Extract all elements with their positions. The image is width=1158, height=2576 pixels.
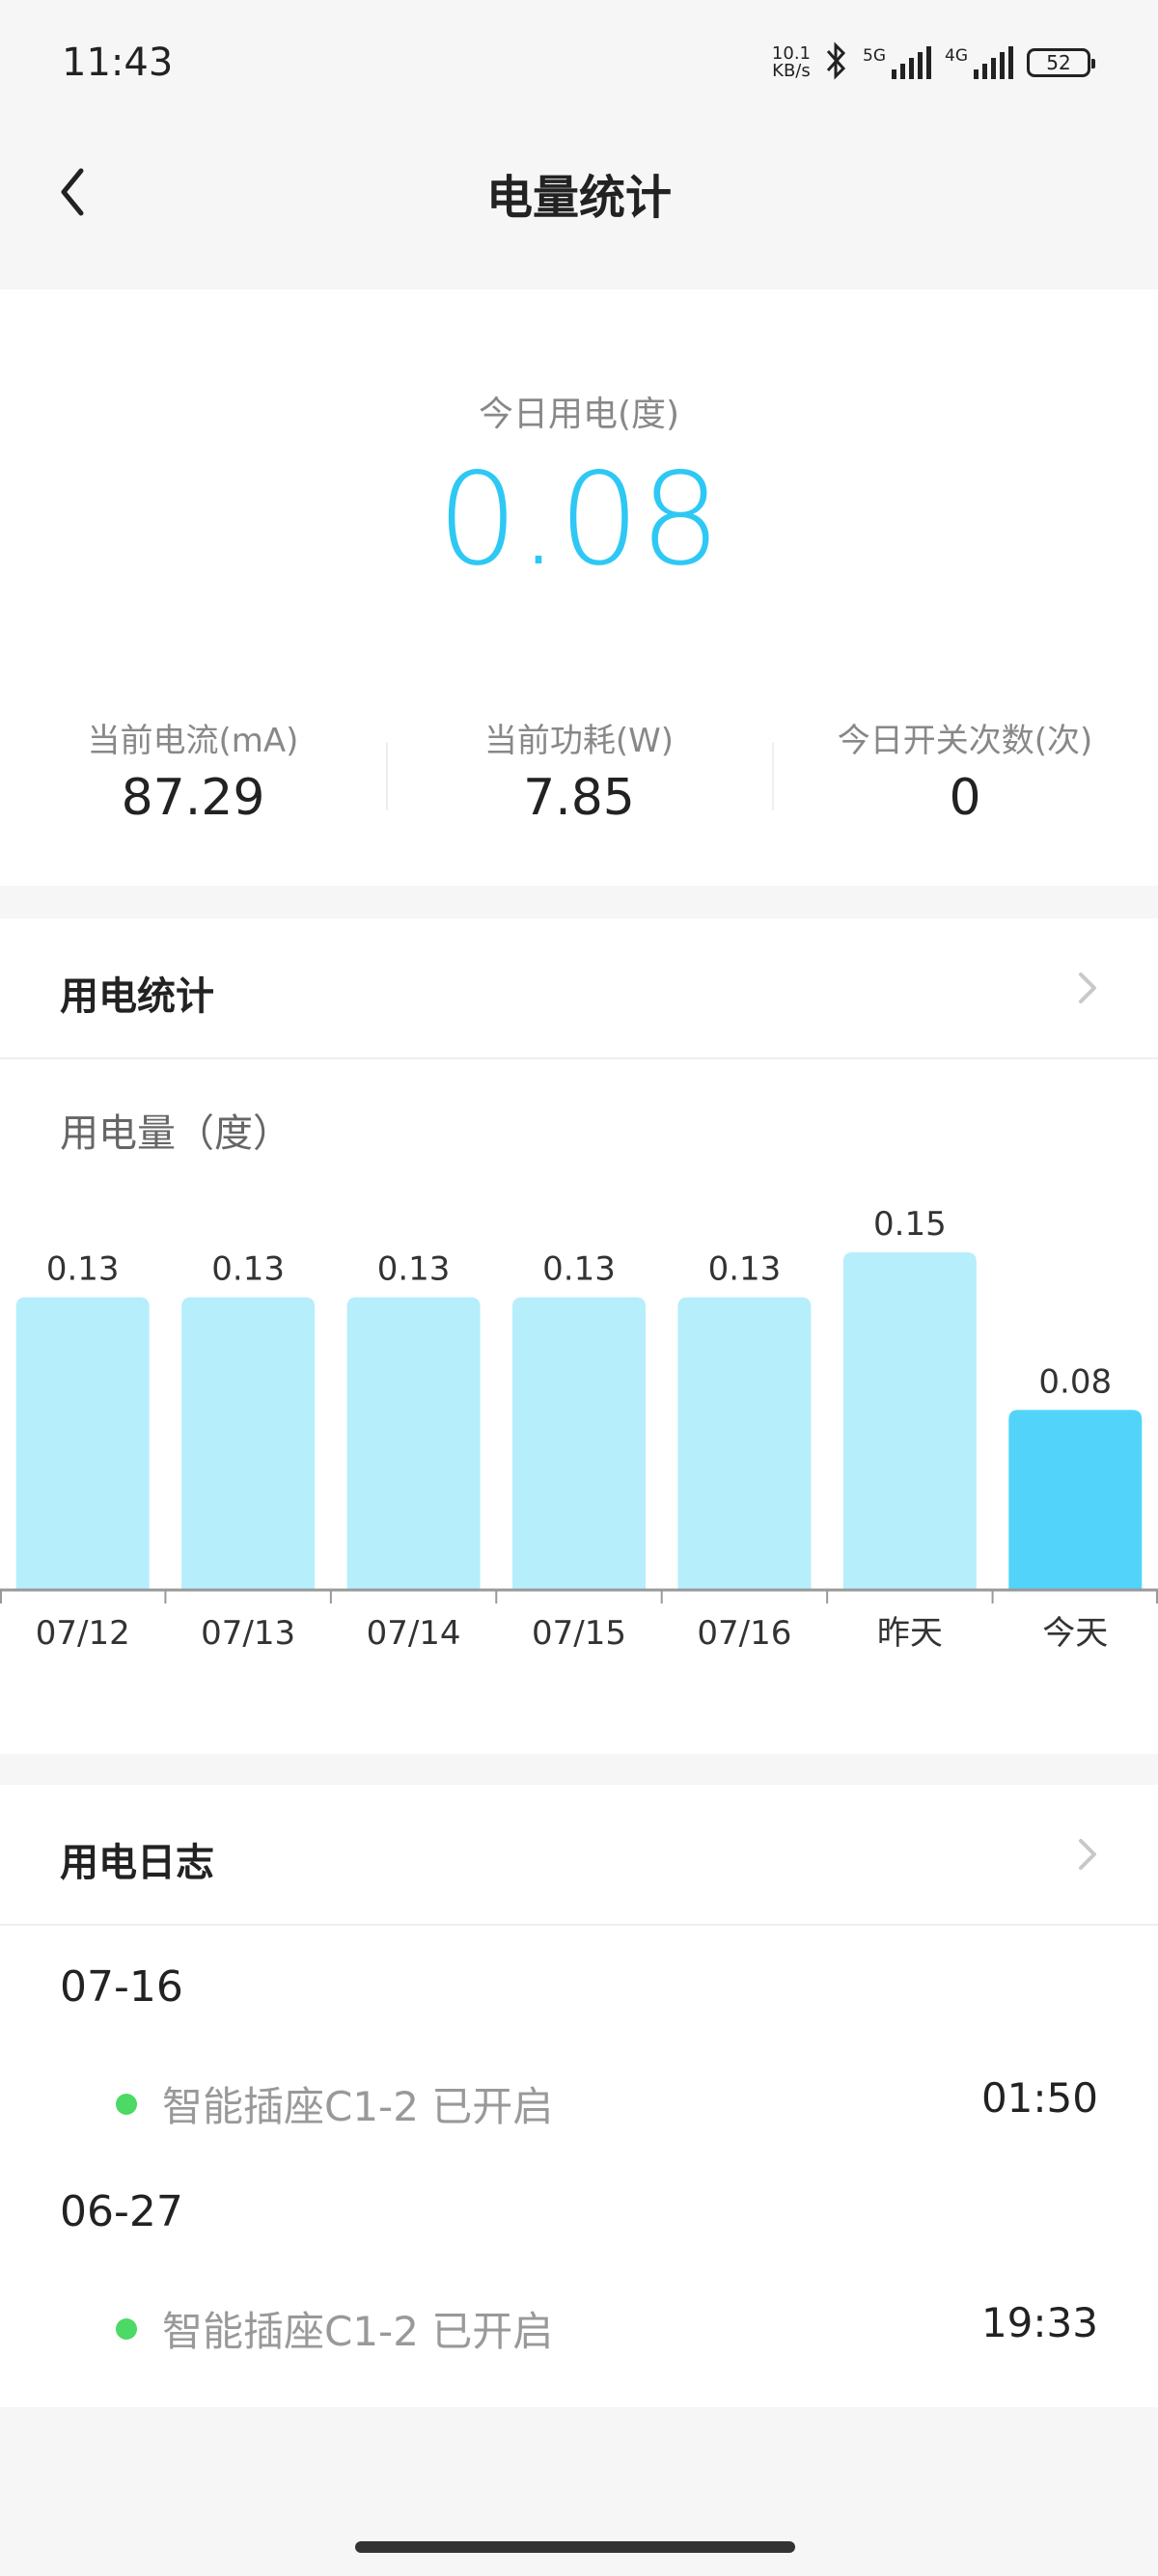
energy-log-title: 用电日志 bbox=[60, 1841, 214, 1885]
app-header: 电量统计 bbox=[0, 130, 1158, 289]
sim1-label: 5G bbox=[863, 46, 886, 66]
bar bbox=[677, 1297, 812, 1590]
chevron-right-icon bbox=[1079, 973, 1096, 1003]
bar-value-label: 0.08 bbox=[1038, 1362, 1112, 1401]
energy-log-card: 用电日志 07-16 智能插座C1-2 已开启 01:50 06-27 智能插座… bbox=[0, 1785, 1158, 2407]
stat-current: 当前电流(mA) 87.29 bbox=[0, 714, 386, 830]
stat-switch-count-label: 今日开关次数(次) bbox=[837, 722, 1093, 760]
chevron-right-icon bbox=[1079, 1839, 1096, 1870]
net-speed: 10.1 KB/s bbox=[772, 45, 811, 80]
bar bbox=[512, 1297, 646, 1590]
usage-bar-chart: 0.13 07/12 0.13 07/13 0.13 07/14 0.13 07/15 0.13… bbox=[0, 1205, 1158, 1653]
stats-row: 当前电流(mA) 87.29 当前功耗(W) 7.85 今日开关次数(次) 0 bbox=[0, 714, 1158, 830]
energy-stats-title: 用电统计 bbox=[60, 974, 214, 1019]
battery-icon: 52 bbox=[1027, 48, 1095, 77]
status-icons: 10.1 KB/s 5G 4G 52 bbox=[772, 39, 1095, 87]
stat-power-value: 7.85 bbox=[523, 769, 635, 827]
sim2-label: 4G bbox=[945, 46, 968, 66]
stat-power: 当前功耗(W) 7.85 bbox=[386, 714, 772, 830]
stat-current-value: 87.29 bbox=[121, 769, 265, 827]
x-tick-label: 07/12 bbox=[36, 1614, 130, 1653]
net-speed-unit: KB/s bbox=[772, 61, 811, 81]
log-date: 07-16 bbox=[60, 1962, 183, 2012]
log-entry-text: 智能插座C1-2 已开启 bbox=[162, 2308, 554, 2355]
home-indicator[interactable] bbox=[355, 2541, 795, 2553]
log-entry-text: 智能插座C1-2 已开启 bbox=[162, 2083, 554, 2130]
status-time: 11:43 bbox=[62, 41, 174, 85]
bar bbox=[346, 1297, 481, 1590]
summary-card: 今日用电(度) 0.08 当前电流(mA) 87.29 当前功耗(W) 7.85… bbox=[0, 289, 1158, 886]
log-entry-time: 01:50 bbox=[980, 2074, 1098, 2122]
status-dot-icon bbox=[116, 2318, 137, 2340]
bar-value-label: 0.13 bbox=[542, 1250, 616, 1289]
bar-value-label: 0.13 bbox=[46, 1250, 120, 1289]
x-tick-label: 07/15 bbox=[532, 1614, 626, 1653]
page-title: 电量统计 bbox=[485, 171, 672, 225]
bar bbox=[181, 1297, 316, 1590]
log-date: 06-27 bbox=[60, 2187, 183, 2236]
bar bbox=[842, 1252, 977, 1590]
bluetooth-icon bbox=[824, 41, 849, 84]
today-usage-label: 今日用电(度) bbox=[478, 395, 680, 434]
stat-switch-count-value: 0 bbox=[949, 769, 981, 827]
energy-stats-row[interactable]: 用电统计 bbox=[0, 918, 1158, 1059]
status-bar: 11:43 10.1 KB/s 5G 4G 52 bbox=[0, 0, 1158, 130]
status-dot-icon bbox=[116, 2094, 137, 2115]
bar-value-label: 0.13 bbox=[708, 1250, 782, 1289]
bar-value-label: 0.15 bbox=[873, 1205, 947, 1244]
bar-value-label: 0.13 bbox=[377, 1250, 451, 1289]
signal-sim2-icon: 4G bbox=[945, 46, 1013, 79]
log-entry: 智能插座C1-2 已开启 19:33 bbox=[0, 2289, 1158, 2367]
signal-sim1-icon: 5G bbox=[863, 46, 931, 79]
bar-value-label: 0.13 bbox=[211, 1250, 285, 1289]
x-tick-label: 07/14 bbox=[367, 1614, 461, 1653]
energy-log-row[interactable]: 用电日志 bbox=[0, 1785, 1158, 1926]
log-entry-time: 19:33 bbox=[980, 2299, 1098, 2346]
log-entry: 智能插座C1-2 已开启 01:50 bbox=[0, 2065, 1158, 2142]
stat-power-label: 当前功耗(W) bbox=[483, 722, 675, 760]
energy-stats-card: 用电统计 用电量（度） 0.13 07/12 0.13 07/13 0.13 07/14 0… bbox=[0, 918, 1158, 1754]
bar bbox=[15, 1297, 150, 1590]
x-tick-label: 07/13 bbox=[201, 1614, 295, 1653]
stat-switch-count: 今日开关次数(次) 0 bbox=[772, 714, 1158, 830]
today-usage-value: 0.08 bbox=[437, 446, 721, 594]
stat-current-label: 当前电流(mA) bbox=[87, 722, 299, 760]
battery-level: 52 bbox=[1046, 51, 1071, 74]
x-tick-label: 昨天 bbox=[877, 1614, 943, 1653]
x-tick-label: 07/16 bbox=[697, 1614, 791, 1653]
x-tick-label: 今天 bbox=[1042, 1614, 1108, 1653]
bar bbox=[1008, 1410, 1143, 1590]
